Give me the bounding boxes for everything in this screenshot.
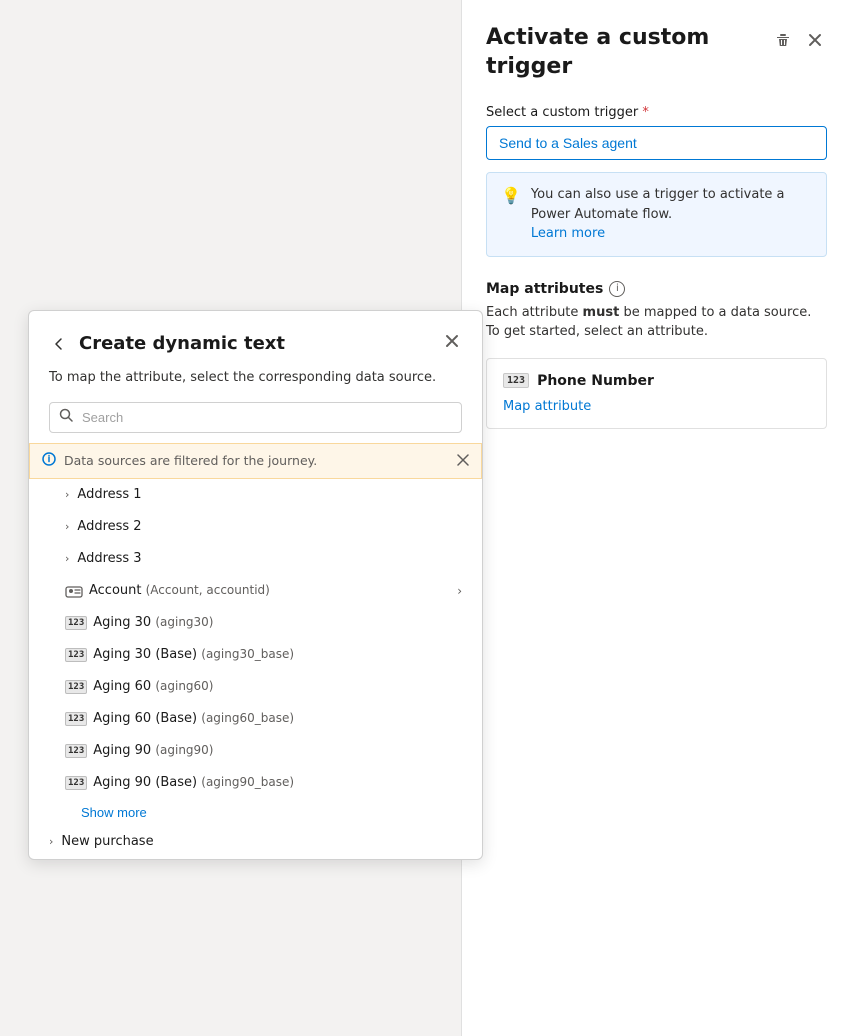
num-icon: 123 — [65, 776, 87, 790]
list-item[interactable]: 123 Aging 30 (aging30) — [29, 607, 482, 639]
trigger-section-label: Select a custom trigger * — [486, 105, 827, 120]
map-attributes-header: Map attributes i — [486, 281, 827, 297]
chevron-right-icon: › — [457, 584, 462, 598]
num-icon: 123 — [65, 712, 87, 726]
back-button[interactable] — [49, 334, 69, 354]
account-icon — [65, 584, 83, 598]
panel-header-actions — [771, 28, 827, 52]
map-attributes-desc: Each attribute must be mapped to a data … — [486, 303, 827, 342]
left-panel-title: Create dynamic text — [79, 333, 285, 354]
list-item[interactable]: 123 Aging 60 (Base) (aging60_base) — [29, 703, 482, 735]
list-item[interactable]: 123 Aging 30 (Base) (aging30_base) — [29, 639, 482, 671]
chevron-right-icon: › — [65, 552, 69, 565]
chevron-right-icon: › — [65, 488, 69, 501]
filter-banner: Data sources are filtered for the journe… — [29, 443, 482, 479]
filter-banner-text: Data sources are filtered for the journe… — [42, 452, 317, 470]
trigger-input[interactable] — [486, 126, 827, 160]
info-box-text: You can also use a trigger to activate a… — [531, 185, 812, 244]
search-box — [49, 402, 462, 433]
search-icon — [59, 408, 73, 426]
list-item[interactable]: › Address 1 — [29, 479, 482, 511]
search-input[interactable] — [49, 402, 462, 433]
list-item[interactable]: 123 Aging 60 (aging60) — [29, 671, 482, 703]
list-item[interactable]: 123 Aging 90 (aging90) — [29, 735, 482, 767]
map-attributes-title: Map attributes — [486, 281, 603, 297]
left-panel-header: Create dynamic text — [49, 331, 462, 356]
close-left-panel-button[interactable] — [442, 331, 462, 356]
close-panel-button[interactable] — [803, 28, 827, 52]
learn-more-link[interactable]: Learn more — [531, 226, 605, 241]
left-panel-desc: To map the attribute, select the corresp… — [49, 368, 462, 388]
left-panel: Create dynamic text To map the attribute… — [28, 310, 483, 860]
chevron-right-icon: › — [65, 520, 69, 533]
panel-header: Activate a custom trigger — [486, 24, 827, 81]
right-panel: Activate a custom trigger Select a custo… — [461, 0, 851, 1036]
phone-number-badge: 123 — [503, 373, 529, 388]
num-icon: 123 — [65, 648, 87, 662]
chevron-right-icon: › — [49, 835, 53, 848]
info-box: 💡 You can also use a trigger to activate… — [486, 172, 827, 257]
list-item[interactable]: 123 Aging 90 (Base) (aging90_base) — [29, 767, 482, 799]
delete-button[interactable] — [771, 28, 795, 52]
num-icon: 123 — [65, 680, 87, 694]
num-icon: 123 — [65, 616, 87, 630]
filter-info-icon — [42, 452, 56, 470]
attribute-card: 123 Phone Number Map attribute — [486, 358, 827, 429]
panel-title: Activate a custom trigger — [486, 24, 771, 81]
map-attribute-link[interactable]: Map attribute — [503, 399, 591, 414]
filter-close-button[interactable] — [457, 453, 469, 469]
attribute-card-header: 123 Phone Number — [503, 373, 810, 389]
map-attributes-info-icon[interactable]: i — [609, 281, 625, 297]
list-item[interactable]: › Address 2 — [29, 511, 482, 543]
tree-list: › Address 1 › Address 2 › Address 3 Acco… — [29, 479, 482, 859]
phone-number-label: Phone Number — [537, 373, 654, 389]
list-item[interactable]: Abc bindingid (msdynmkt_bindingid) — [29, 858, 482, 859]
num-icon: 123 — [65, 744, 87, 758]
show-more-button[interactable]: Show more — [29, 799, 482, 826]
section-item-new-purchase[interactable]: › New purchase — [29, 826, 482, 858]
left-panel-header-left: Create dynamic text — [49, 333, 285, 354]
list-item[interactable]: › Address 3 — [29, 543, 482, 575]
list-item[interactable]: Account (Account, accountid) › — [29, 575, 482, 607]
lightbulb-icon: 💡 — [501, 186, 521, 244]
